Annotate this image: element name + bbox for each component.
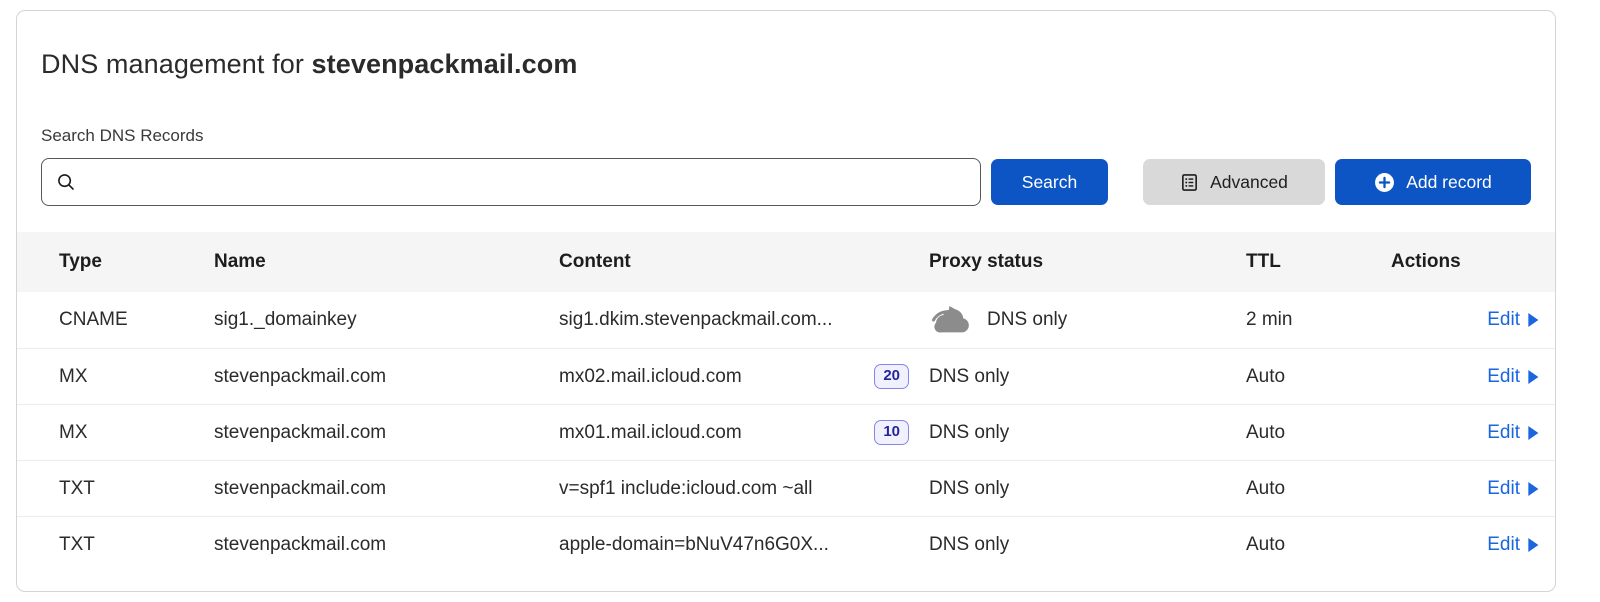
record-ttl: Auto bbox=[1246, 478, 1391, 500]
search-row: Search Advanced Add record bbox=[41, 158, 1531, 206]
proxy-status-text: DNS only bbox=[929, 534, 1009, 556]
edit-record-link[interactable]: Edit bbox=[1487, 309, 1539, 331]
dns-records-table: Type Name Content Proxy status TTL Actio… bbox=[17, 232, 1555, 572]
priority-badge: 20 bbox=[874, 364, 909, 389]
add-record-button-label: Add record bbox=[1406, 172, 1492, 193]
proxy-status-text: DNS only bbox=[929, 422, 1009, 444]
proxy-status-text: DNS only bbox=[929, 478, 1009, 500]
record-actions: Edit bbox=[1391, 309, 1539, 331]
edit-record-link[interactable]: Edit bbox=[1487, 366, 1539, 388]
table-body: CNAME sig1._domainkey sig1.dkim.stevenpa… bbox=[17, 292, 1555, 572]
column-header-type: Type bbox=[59, 251, 214, 273]
search-input[interactable] bbox=[86, 159, 966, 205]
record-proxy-status: DNS only bbox=[929, 303, 1246, 337]
table-row: CNAME sig1._domainkey sig1.dkim.stevenpa… bbox=[17, 292, 1555, 348]
edit-record-link[interactable]: Edit bbox=[1487, 422, 1539, 444]
edit-arrow-icon bbox=[1527, 482, 1539, 496]
top-section: DNS management for stevenpackmail.com Se… bbox=[17, 11, 1555, 206]
record-type: MX bbox=[59, 366, 214, 388]
search-input-container bbox=[41, 158, 981, 206]
advanced-button-label: Advanced bbox=[1210, 172, 1288, 193]
proxy-status-text: DNS only bbox=[987, 309, 1067, 331]
record-content-text: sig1.dkim.stevenpackmail.com... bbox=[559, 309, 833, 331]
dns-management-card: DNS management for stevenpackmail.com Se… bbox=[16, 10, 1556, 592]
search-button[interactable]: Search bbox=[991, 159, 1108, 205]
record-ttl: Auto bbox=[1246, 366, 1391, 388]
column-header-actions: Actions bbox=[1391, 251, 1539, 273]
record-content: mx02.mail.icloud.com 20 bbox=[559, 364, 929, 389]
page-title-prefix: DNS management for bbox=[41, 49, 312, 79]
record-proxy-status: DNS only bbox=[929, 366, 1246, 388]
search-label: Search DNS Records bbox=[41, 126, 1531, 146]
edit-link-label: Edit bbox=[1487, 309, 1520, 331]
record-actions: Edit bbox=[1391, 478, 1539, 500]
record-content: mx01.mail.icloud.com 10 bbox=[559, 420, 929, 445]
edit-arrow-icon bbox=[1527, 313, 1539, 327]
record-name: stevenpackmail.com bbox=[214, 422, 559, 444]
table-row: TXT stevenpackmail.com v=spf1 include:ic… bbox=[17, 460, 1555, 516]
table-header-row: Type Name Content Proxy status TTL Actio… bbox=[17, 232, 1555, 292]
proxy-status-text: DNS only bbox=[929, 366, 1009, 388]
edit-link-label: Edit bbox=[1487, 478, 1520, 500]
record-ttl: 2 min bbox=[1246, 309, 1391, 331]
add-record-button[interactable]: Add record bbox=[1335, 159, 1531, 205]
record-name: sig1._domainkey bbox=[214, 309, 559, 331]
edit-arrow-icon bbox=[1527, 426, 1539, 440]
record-ttl: Auto bbox=[1246, 534, 1391, 556]
record-proxy-status: DNS only bbox=[929, 422, 1246, 444]
record-name: stevenpackmail.com bbox=[214, 366, 559, 388]
record-content: apple-domain=bNuV47n6G0X... bbox=[559, 534, 929, 556]
page-title: DNS management for stevenpackmail.com bbox=[41, 49, 1531, 80]
record-actions: Edit bbox=[1391, 422, 1539, 444]
column-header-content: Content bbox=[559, 251, 929, 273]
edit-arrow-icon bbox=[1527, 370, 1539, 384]
table-row: TXT stevenpackmail.com apple-domain=bNuV… bbox=[17, 516, 1555, 572]
edit-link-label: Edit bbox=[1487, 366, 1520, 388]
search-icon bbox=[56, 172, 76, 192]
edit-record-link[interactable]: Edit bbox=[1487, 478, 1539, 500]
edit-record-link[interactable]: Edit bbox=[1487, 534, 1539, 556]
record-actions: Edit bbox=[1391, 366, 1539, 388]
page-title-domain: stevenpackmail.com bbox=[312, 49, 578, 79]
record-type: CNAME bbox=[59, 309, 214, 331]
edit-link-label: Edit bbox=[1487, 422, 1520, 444]
column-header-name: Name bbox=[214, 251, 559, 273]
record-type: TXT bbox=[59, 534, 214, 556]
edit-link-label: Edit bbox=[1487, 534, 1520, 556]
record-proxy-status: DNS only bbox=[929, 534, 1246, 556]
advanced-list-icon bbox=[1180, 173, 1199, 192]
table-row: MX stevenpackmail.com mx01.mail.icloud.c… bbox=[17, 404, 1555, 460]
record-content: v=spf1 include:icloud.com ~all bbox=[559, 478, 929, 500]
column-header-proxy-status: Proxy status bbox=[929, 251, 1246, 273]
record-proxy-status: DNS only bbox=[929, 478, 1246, 500]
record-name: stevenpackmail.com bbox=[214, 478, 559, 500]
record-content: sig1.dkim.stevenpackmail.com... bbox=[559, 309, 929, 331]
dns-only-cloud-icon bbox=[929, 303, 975, 337]
priority-badge: 10 bbox=[874, 420, 909, 445]
record-content-text: v=spf1 include:icloud.com ~all bbox=[559, 478, 812, 500]
record-name: stevenpackmail.com bbox=[214, 534, 559, 556]
column-header-ttl: TTL bbox=[1246, 251, 1391, 273]
record-content-text: apple-domain=bNuV47n6G0X... bbox=[559, 534, 829, 556]
record-actions: Edit bbox=[1391, 534, 1539, 556]
plus-circle-icon bbox=[1374, 172, 1395, 193]
record-type: MX bbox=[59, 422, 214, 444]
record-content-text: mx02.mail.icloud.com bbox=[559, 366, 742, 388]
record-type: TXT bbox=[59, 478, 214, 500]
table-row: MX stevenpackmail.com mx02.mail.icloud.c… bbox=[17, 348, 1555, 404]
record-content-text: mx01.mail.icloud.com bbox=[559, 422, 742, 444]
record-ttl: Auto bbox=[1246, 422, 1391, 444]
edit-arrow-icon bbox=[1527, 538, 1539, 552]
advanced-button[interactable]: Advanced bbox=[1143, 159, 1325, 205]
